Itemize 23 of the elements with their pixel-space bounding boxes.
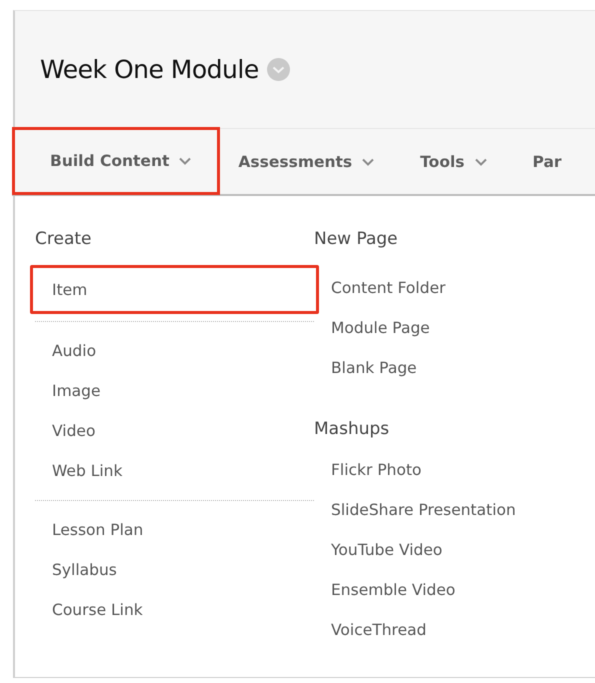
menu-item[interactable]: Course Link [35, 590, 314, 630]
menu-item[interactable]: Lesson Plan [35, 510, 314, 550]
menu-item[interactable]: Web Link [35, 451, 314, 491]
chevron-circle-icon[interactable] [266, 58, 290, 81]
menu-tab[interactable]: Build Content [12, 127, 220, 195]
menu-tab[interactable]: Par [514, 129, 590, 194]
menu-item[interactable]: Audio [35, 331, 314, 371]
section-heading: Mashups [314, 418, 390, 441]
menu-item[interactable]: Blank Page [314, 348, 594, 388]
page-title: Week One Module [40, 55, 259, 84]
section-heading: New Page [314, 228, 399, 251]
menu-item[interactable]: YouTube Video [314, 530, 594, 570]
section-heading: Create [35, 228, 92, 251]
menu-item[interactable]: VoiceThread [314, 610, 594, 650]
menu-item[interactable]: SlideShare Presentation [314, 490, 594, 530]
menu-tab[interactable]: Tools [402, 129, 515, 194]
menu-item[interactable]: Ensemble Video [314, 570, 594, 610]
menu-tab[interactable]: Assessments [220, 129, 402, 194]
menu-item[interactable]: Flickr Photo [314, 450, 594, 490]
menu-item[interactable]: Item [30, 265, 319, 314]
menu-item[interactable]: Image [35, 371, 314, 411]
menu-item[interactable]: Syllabus [35, 550, 314, 590]
menu-item[interactable]: Video [35, 411, 314, 451]
